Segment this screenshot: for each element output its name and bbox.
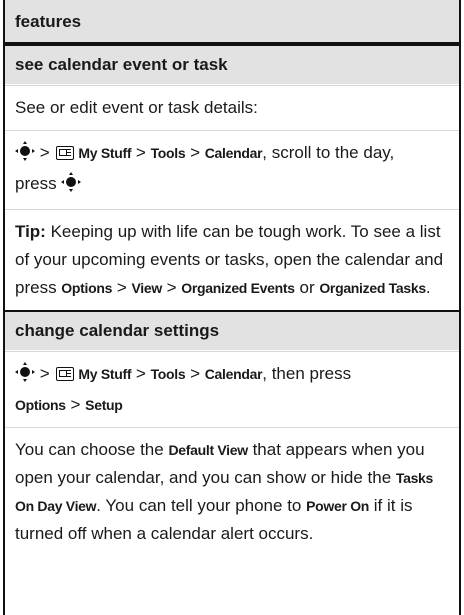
path-my-stuff: My Stuff [78, 145, 132, 161]
tip-or: or [294, 278, 320, 297]
path-separator: > [35, 143, 55, 162]
desc-default-view: Default View [168, 442, 248, 458]
path-calendar: Calendar [204, 366, 263, 382]
section-intro: See or edit event or task details: [5, 85, 459, 130]
tip-view: View [131, 280, 162, 296]
tip-organized-events: Organized Events [181, 280, 295, 296]
tip-organized-tasks: Organized Tasks [319, 280, 426, 296]
path-calendar: Calendar [204, 145, 263, 161]
section-title-text: see calendar event or task [15, 55, 228, 74]
intro-text: See or edit event or task details: [15, 98, 258, 117]
tip-end: . [425, 278, 431, 297]
my-stuff-icon [56, 146, 75, 160]
section-title-calendar-settings: change calendar settings [5, 310, 459, 351]
menu-path: > My Stuff > Tools > Calendar, then pres… [5, 351, 459, 427]
settings-description: You can choose the Default View that app… [5, 427, 459, 556]
path-tail: , then press [262, 364, 352, 383]
feature-table: features see calendar event or task See … [3, 0, 461, 615]
navigation-key-icon [61, 172, 82, 201]
path-separator: > [35, 364, 55, 383]
path-separator: > [112, 278, 132, 297]
path-separator: > [185, 364, 205, 383]
path-tail: , scroll to the day, [262, 143, 395, 162]
path-tools: Tools [150, 366, 186, 382]
path-tools: Tools [150, 145, 186, 161]
path-separator: > [161, 278, 182, 297]
desc-text: You can choose the [15, 440, 169, 459]
section-title-calendar-event: see calendar event or task [5, 46, 459, 85]
path-my-stuff: My Stuff [78, 366, 132, 382]
table-header: features [5, 0, 459, 46]
menu-path: > My Stuff > Tools > Calendar, scroll to… [5, 130, 459, 209]
tip-paragraph: Tip: Keeping up with life can be tough w… [5, 209, 459, 310]
path-setup: Setup [85, 397, 123, 413]
desc-power-on: Power On [306, 498, 370, 514]
desc-text: . You can tell your phone to [96, 496, 307, 515]
navigation-key-icon [15, 362, 35, 391]
section-title-text: change calendar settings [15, 321, 220, 340]
navigation-key-icon [15, 141, 35, 170]
path-separator: > [185, 143, 205, 162]
path-separator: > [131, 143, 151, 162]
tip-options: Options [61, 280, 113, 296]
tip-label: Tip: [15, 222, 46, 241]
path-separator: > [65, 395, 86, 414]
path-options: Options [15, 397, 66, 413]
header-title: features [15, 12, 82, 31]
path-separator: > [131, 364, 151, 383]
my-stuff-icon [56, 367, 75, 381]
path-press: press [15, 174, 62, 193]
